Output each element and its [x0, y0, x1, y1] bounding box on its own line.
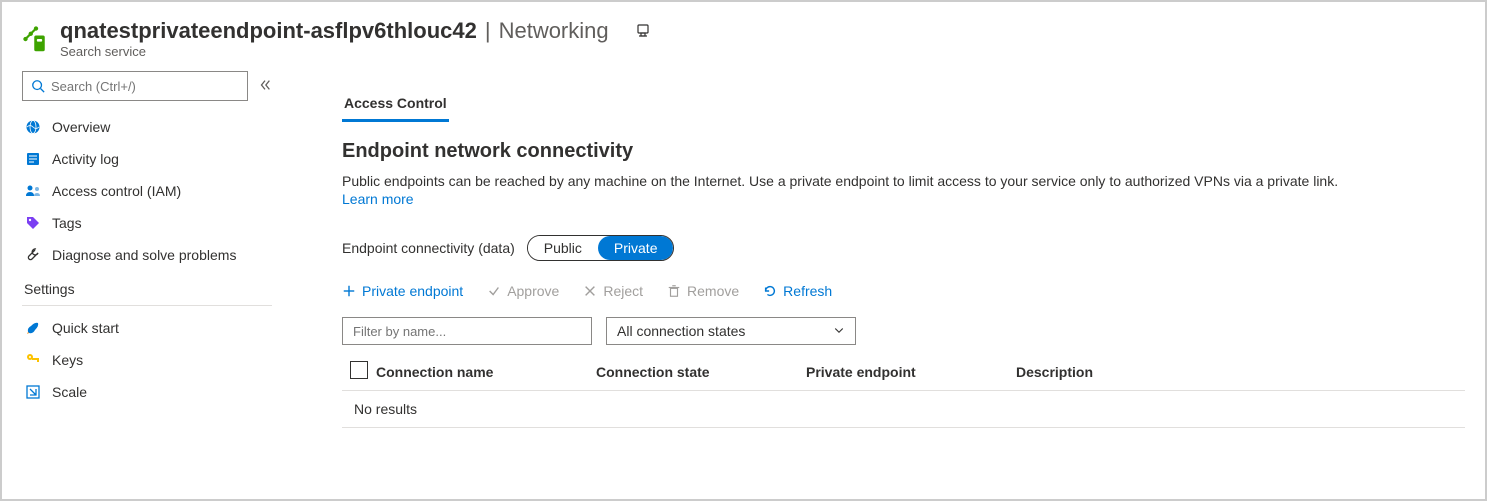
- sidebar-item-label: Access control (IAM): [52, 183, 181, 199]
- sidebar-item-label: Diagnose and solve problems: [52, 247, 236, 263]
- add-private-endpoint-button[interactable]: Private endpoint: [342, 283, 463, 299]
- connections-table: Connection name Connection state Private…: [342, 353, 1465, 428]
- search-service-icon: [22, 25, 50, 53]
- sidebar-item-label: Activity log: [52, 151, 119, 167]
- resource-type-subtitle: Search service: [60, 44, 651, 59]
- connectivity-toggle: Public Private: [527, 235, 675, 261]
- wrench-icon: [24, 246, 42, 264]
- page-name: Networking: [499, 18, 609, 44]
- pin-icon[interactable]: [635, 22, 651, 41]
- remove-button[interactable]: Remove: [667, 283, 739, 299]
- sidebar-item-label: Tags: [52, 215, 82, 231]
- tab-bar: Access Control: [342, 71, 1465, 122]
- globe-icon: [24, 118, 42, 136]
- refresh-button[interactable]: Refresh: [763, 283, 832, 299]
- section-description: Public endpoints can be reached by any m…: [342, 173, 1442, 189]
- column-connection-state[interactable]: Connection state: [596, 364, 806, 380]
- learn-more-link[interactable]: Learn more: [342, 191, 414, 207]
- trash-icon: [667, 284, 681, 298]
- approve-button[interactable]: Approve: [487, 283, 559, 299]
- sidebar-item-scale[interactable]: Scale: [22, 376, 272, 408]
- button-label: Refresh: [783, 283, 832, 299]
- tab-access-control[interactable]: Access Control: [342, 91, 449, 122]
- tag-icon: [24, 214, 42, 232]
- toolbar: Private endpoint Approve Reject Remove R…: [342, 283, 1465, 299]
- sidebar-item-label: Overview: [52, 119, 110, 135]
- filter-by-name-input[interactable]: [342, 317, 592, 345]
- header-titles: qnatestprivateendpoint-asflpv6thlouc42 |…: [60, 18, 651, 59]
- table-empty-row: No results: [342, 390, 1465, 428]
- sidebar-item-label: Quick start: [52, 320, 119, 336]
- plus-icon: [342, 284, 356, 298]
- sidebar-item-access-control[interactable]: Access control (IAM): [22, 175, 272, 207]
- sidebar-item-diagnose[interactable]: Diagnose and solve problems: [22, 239, 272, 271]
- column-description[interactable]: Description: [1016, 364, 1216, 380]
- table-header: Connection name Connection state Private…: [342, 353, 1465, 390]
- resource-name: qnatestprivateendpoint-asflpv6thlouc42: [60, 18, 477, 44]
- sidebar-item-quick-start[interactable]: Quick start: [22, 312, 272, 344]
- connection-state-select[interactable]: All connection states: [606, 317, 856, 345]
- column-connection-name[interactable]: Connection name: [376, 364, 596, 380]
- sidebar-item-label: Scale: [52, 384, 87, 400]
- page-header: qnatestprivateendpoint-asflpv6thlouc42 |…: [22, 10, 1465, 59]
- sidebar-item-activity-log[interactable]: Activity log: [22, 143, 272, 175]
- button-label: Remove: [687, 283, 739, 299]
- select-value: All connection states: [617, 323, 745, 339]
- toggle-label: Endpoint connectivity (data): [342, 240, 515, 256]
- quickstart-icon: [24, 319, 42, 337]
- toggle-option-private[interactable]: Private: [598, 236, 674, 260]
- collapse-sidebar-icon[interactable]: [258, 78, 272, 95]
- section-title: Endpoint network connectivity: [342, 140, 1465, 163]
- sidebar-item-keys[interactable]: Keys: [22, 344, 272, 376]
- endpoint-connectivity-toggle-row: Endpoint connectivity (data) Public Priv…: [342, 235, 1465, 261]
- check-icon: [487, 284, 501, 298]
- x-icon: [583, 284, 597, 298]
- select-all-checkbox[interactable]: [342, 361, 376, 382]
- reject-button[interactable]: Reject: [583, 283, 643, 299]
- sidebar-nav-settings: Quick start Keys Scale: [22, 312, 272, 408]
- sidebar-nav-top: Overview Activity log Access control (IA…: [22, 111, 272, 271]
- sidebar-search[interactable]: [22, 71, 248, 101]
- button-label: Approve: [507, 283, 559, 299]
- chevron-down-icon: [833, 323, 845, 339]
- refresh-icon: [763, 284, 777, 298]
- search-icon: [31, 79, 45, 93]
- main-content: Access Control Endpoint network connecti…: [282, 71, 1465, 428]
- sidebar: Overview Activity log Access control (IA…: [22, 71, 282, 428]
- page-name-divider: |: [485, 18, 491, 44]
- sidebar-search-input[interactable]: [51, 79, 239, 94]
- sidebar-divider: [22, 305, 272, 306]
- key-icon: [24, 351, 42, 369]
- button-label: Private endpoint: [362, 283, 463, 299]
- button-label: Reject: [603, 283, 643, 299]
- sidebar-item-label: Keys: [52, 352, 83, 368]
- column-private-endpoint[interactable]: Private endpoint: [806, 364, 1016, 380]
- toggle-option-public[interactable]: Public: [528, 236, 598, 260]
- sidebar-section-settings: Settings: [22, 271, 272, 301]
- scale-icon: [24, 383, 42, 401]
- filter-row: All connection states: [342, 317, 1465, 345]
- iam-icon: [24, 182, 42, 200]
- sidebar-item-tags[interactable]: Tags: [22, 207, 272, 239]
- sidebar-item-overview[interactable]: Overview: [22, 111, 272, 143]
- log-icon: [24, 150, 42, 168]
